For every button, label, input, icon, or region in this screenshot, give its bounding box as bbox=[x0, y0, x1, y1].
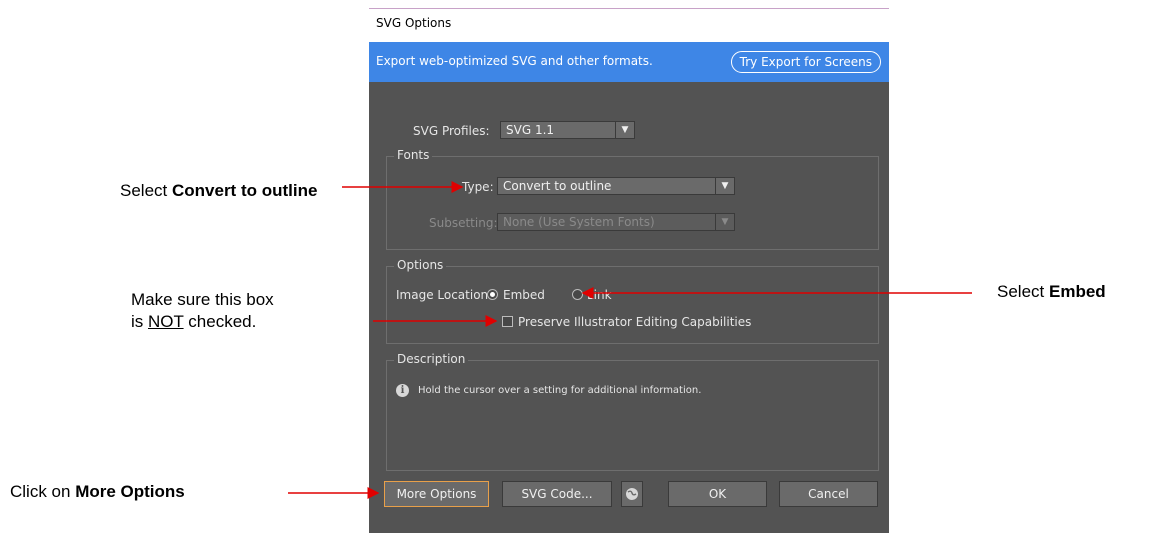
cancel-button[interactable]: Cancel bbox=[779, 481, 878, 507]
chevron-down-icon: ▼ bbox=[715, 214, 734, 230]
link-radio-label[interactable]: Link bbox=[587, 288, 612, 302]
description-group-title: Description bbox=[394, 352, 469, 366]
font-type-select[interactable]: Convert to outline ▼ bbox=[497, 177, 735, 195]
subsetting-label: Subsetting: bbox=[429, 216, 498, 230]
fonts-group-title: Fonts bbox=[394, 148, 433, 162]
banner-message: Export web-optimized SVG and other forma… bbox=[376, 54, 653, 68]
annotation-more-options: Click on More Options bbox=[10, 482, 185, 501]
globe-icon bbox=[626, 488, 638, 500]
try-export-for-screens-button[interactable]: Try Export for Screens bbox=[730, 51, 881, 73]
options-group-title: Options bbox=[394, 258, 447, 272]
description-text: Hold the cursor over a setting for addit… bbox=[418, 385, 702, 396]
subsetting-value: None (Use System Fonts) bbox=[503, 215, 655, 229]
image-location-label: Image Location: bbox=[396, 288, 493, 302]
link-radio[interactable] bbox=[572, 289, 583, 300]
embed-radio[interactable] bbox=[487, 289, 498, 300]
subsetting-select: None (Use System Fonts) ▼ bbox=[497, 213, 735, 231]
font-type-label: Type: bbox=[462, 180, 494, 194]
chevron-down-icon: ▼ bbox=[615, 122, 634, 138]
svg-options-dialog: SVG Options Export web-optimized SVG and… bbox=[369, 8, 889, 533]
annotation-checkbox: Make sure this box is NOT checked. bbox=[131, 290, 274, 331]
preserve-editing-checkbox[interactable] bbox=[502, 316, 513, 327]
more-options-button[interactable]: More Options bbox=[384, 481, 489, 507]
description-group: Description bbox=[386, 352, 879, 471]
svg-profiles-label: SVG Profiles: bbox=[413, 124, 490, 138]
svg-code-button[interactable]: SVG Code... bbox=[502, 481, 612, 507]
dialog-title: SVG Options bbox=[376, 16, 452, 30]
embed-radio-label[interactable]: Embed bbox=[503, 288, 545, 302]
preserve-editing-label[interactable]: Preserve Illustrator Editing Capabilitie… bbox=[518, 315, 751, 329]
dialog-titlebar: SVG Options bbox=[369, 8, 889, 42]
export-banner: Export web-optimized SVG and other forma… bbox=[369, 42, 889, 82]
chevron-down-icon: ▼ bbox=[715, 178, 734, 194]
svg-profiles-value: SVG 1.1 bbox=[506, 123, 555, 137]
preview-in-browser-button[interactable] bbox=[621, 481, 643, 507]
svg-profiles-select[interactable]: SVG 1.1 ▼ bbox=[500, 121, 635, 139]
annotation-convert: Select Convert to outline bbox=[120, 181, 318, 200]
ok-button[interactable]: OK bbox=[668, 481, 767, 507]
fonts-group: Fonts bbox=[386, 148, 879, 250]
options-group: Options bbox=[386, 258, 879, 344]
info-icon: i bbox=[396, 384, 409, 397]
font-type-value: Convert to outline bbox=[503, 179, 612, 193]
annotation-embed: Select Embed bbox=[997, 282, 1106, 301]
